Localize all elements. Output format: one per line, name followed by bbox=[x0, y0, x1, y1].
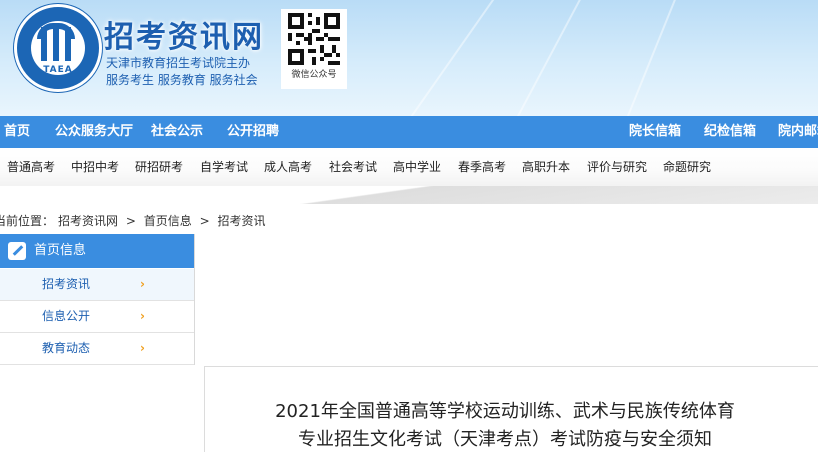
category-link[interactable]: 高中学业 bbox=[393, 158, 441, 175]
category-link[interactable]: 中招中考 bbox=[71, 158, 119, 175]
sidebar-item-label: 教育动态 bbox=[42, 341, 91, 355]
article-title-line-1: 2021年全国普通高等学校运动训练、武术与民族传统体育 bbox=[275, 401, 735, 422]
sidebar: 首页信息 招考资讯 › 信息公开 › 教育动态 › bbox=[0, 234, 195, 365]
wechat-qr-code: 微信公众号 bbox=[281, 9, 347, 89]
logo-mark bbox=[41, 27, 47, 61]
header-decoration bbox=[371, 0, 522, 116]
edit-icon bbox=[8, 242, 26, 260]
breadcrumb-separator: > bbox=[199, 214, 210, 228]
category-link[interactable]: 成人高考 bbox=[264, 158, 312, 175]
header-decoration bbox=[478, 0, 602, 116]
sidebar-item-label: 招考资讯 bbox=[42, 277, 91, 291]
category-link[interactable]: 研招研考 bbox=[135, 158, 183, 175]
breadcrumb-separator: > bbox=[125, 214, 136, 228]
nav-discipline-mailbox[interactable]: 纪检信箱 bbox=[704, 116, 756, 148]
nav-public-notice[interactable]: 社会公示 bbox=[151, 116, 203, 148]
taea-logo[interactable]: TAEA bbox=[14, 4, 102, 92]
chevron-right-icon: › bbox=[140, 341, 145, 355]
category-link[interactable]: 自学考试 bbox=[200, 158, 248, 175]
article-title-line-2: 专业招生文化考试（天津考点）考试防疫与安全须知 bbox=[298, 429, 712, 450]
category-link[interactable]: 春季高考 bbox=[458, 158, 506, 175]
chevron-right-icon: › bbox=[140, 309, 145, 323]
subnav-shadow bbox=[0, 186, 818, 204]
sidebar-title: 首页信息 bbox=[34, 243, 87, 258]
breadcrumb-current[interactable]: 招考资讯 bbox=[217, 214, 265, 228]
article-panel: 2021年全国普通高等学校运动训练、武术与民族传统体育 专业招生文化考试（天津考… bbox=[204, 366, 818, 452]
qr-caption: 微信公众号 bbox=[291, 70, 337, 80]
nav-recruitment[interactable]: 公开招聘 bbox=[227, 116, 279, 148]
sidebar-item-info-disclosure[interactable]: 信息公开 › bbox=[0, 301, 194, 333]
logo-abbr: TAEA bbox=[43, 65, 73, 75]
organizer-text: 天津市教育招生考试院主办 bbox=[106, 56, 251, 70]
main-nav: 首页 公众服务大厅 社会公示 公开招聘 院长信箱 纪检信箱 院内邮箱 bbox=[0, 116, 818, 148]
category-nav: 普通高考 中招中考 研招研考 自学考试 成人高考 社会考试 高中学业 春季高考 … bbox=[0, 148, 818, 204]
nav-internal-mailbox[interactable]: 院内邮箱 bbox=[778, 116, 818, 148]
breadcrumb-link-home-info[interactable]: 首页信息 bbox=[144, 214, 192, 228]
nav-public-service[interactable]: 公众服务大厅 bbox=[55, 116, 133, 148]
nav-home[interactable]: 首页 bbox=[4, 116, 30, 148]
header-decoration bbox=[592, 0, 692, 116]
category-link[interactable]: 高职升本 bbox=[522, 158, 570, 175]
qr-code-icon bbox=[288, 13, 340, 65]
category-link[interactable]: 社会考试 bbox=[329, 158, 377, 175]
category-link[interactable]: 评价与研究 bbox=[587, 158, 647, 175]
nav-president-mailbox[interactable]: 院长信箱 bbox=[629, 116, 681, 148]
logo-mark bbox=[53, 27, 59, 61]
slogan-text: 服务考生 服务教育 服务社会 bbox=[106, 73, 258, 87]
sidebar-item-label: 信息公开 bbox=[42, 309, 91, 323]
category-link[interactable]: 普通高考 bbox=[7, 158, 55, 175]
breadcrumb: 当前位置： 招考资讯网 > 首页信息 > 招考资讯 bbox=[0, 212, 270, 229]
chevron-right-icon: › bbox=[140, 277, 145, 291]
logo-mark bbox=[65, 27, 71, 61]
site-header: TAEA 招考资讯网 天津市教育招生考试院主办 服务考生 服务教育 服务社会 微… bbox=[0, 0, 818, 116]
breadcrumb-prefix: 当前位置： bbox=[0, 214, 55, 228]
sidebar-header: 首页信息 bbox=[0, 234, 194, 268]
sidebar-item-admissions-news[interactable]: 招考资讯 › bbox=[0, 269, 194, 301]
site-title[interactable]: 招考资讯网 bbox=[104, 12, 264, 56]
sidebar-item-education-news[interactable]: 教育动态 › bbox=[0, 333, 194, 365]
category-link[interactable]: 命题研究 bbox=[663, 158, 711, 175]
breadcrumb-link-site[interactable]: 招考资讯网 bbox=[58, 214, 118, 228]
